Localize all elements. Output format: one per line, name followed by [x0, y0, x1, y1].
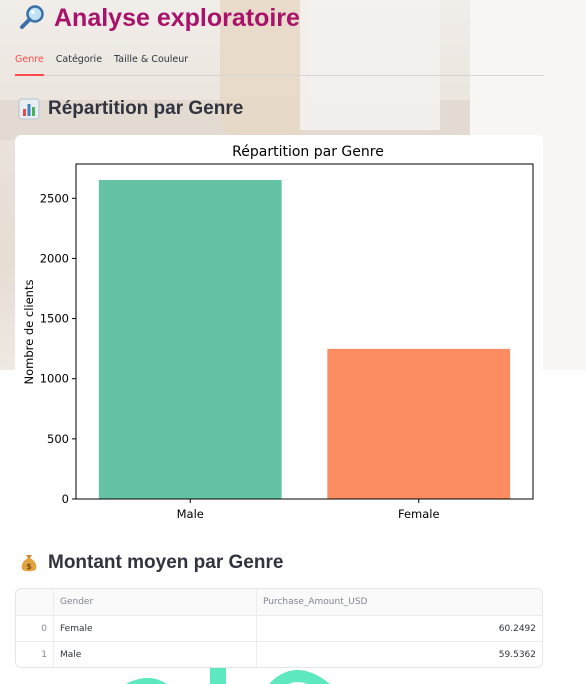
row-index: 1 [16, 642, 54, 667]
page-title: Analyse exploratoire [18, 2, 300, 34]
index-header [16, 589, 54, 615]
y-tick-label: 1500 [40, 312, 69, 326]
data-table[interactable]: Gender Purchase_Amount_USD 0 Female 60.2… [15, 588, 543, 668]
gender-cell[interactable]: Female [54, 616, 257, 641]
chart-card: Répartition par Genre Nombre de clients … [15, 135, 543, 530]
table-row: 1 Male 59.5362 [16, 642, 542, 667]
x-tick-label: Female [398, 507, 440, 521]
section-title-montant: $ Montant moyen par Genre [18, 549, 283, 577]
bar-female [327, 348, 511, 499]
section-title-text: Répartition par Genre [48, 98, 244, 119]
gender-cell[interactable]: Male [54, 642, 257, 667]
bar-male [98, 179, 282, 499]
tab-categorie[interactable]: Catégorie [56, 52, 102, 75]
main-content: Analyse exploratoire Genre Catégorie Tai… [0, 0, 586, 684]
chart-title: Répartition par Genre [232, 144, 384, 160]
page-title-text: Analyse exploratoire [54, 3, 300, 32]
magnifier-icon [20, 5, 44, 29]
section-title-text: Montant moyen par Genre [48, 552, 284, 573]
money-bag-icon: $ [21, 555, 37, 572]
y-tick-label: 1000 [40, 372, 69, 386]
y-tick-label: 0 [62, 492, 69, 506]
table-header-row: Gender Purchase_Amount_USD [16, 589, 542, 616]
amount-cell[interactable]: 60.2492 [257, 616, 542, 641]
amount-cell[interactable]: 59.5362 [257, 642, 542, 667]
bar-chart-icon [18, 98, 40, 120]
tab-taille-couleur[interactable]: Taille & Couleur [114, 52, 188, 75]
bar-chart: Répartition par Genre Nombre de clients … [22, 144, 534, 521]
x-tick-label: Male [177, 507, 204, 521]
column-header-gender[interactable]: Gender [54, 589, 257, 615]
y-axis-label: Nombre de clients [22, 280, 36, 385]
y-tick-label: 2000 [40, 251, 69, 265]
column-header-amount[interactable]: Purchase_Amount_USD [257, 589, 542, 615]
section-title-repartition: Répartition par Genre [18, 95, 243, 123]
tab-bar: Genre Catégorie Taille & Couleur [15, 52, 544, 76]
y-tick-label: 2500 [40, 191, 69, 205]
row-index: 0 [16, 616, 54, 641]
svg-text:$: $ [26, 562, 32, 571]
table-row: 0 Female 60.2492 [16, 616, 542, 642]
tab-genre[interactable]: Genre [15, 52, 44, 76]
y-tick-label: 500 [47, 432, 69, 446]
